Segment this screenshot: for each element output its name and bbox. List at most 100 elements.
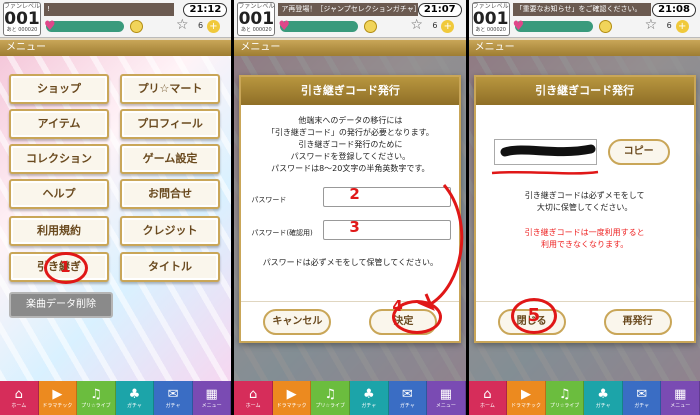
transfer-code-field [493,139,597,165]
item-count: 6 [432,21,438,30]
star-icon: ☆ [176,17,189,33]
stamina-meter [280,21,359,32]
section-title: メニュー [468,40,700,56]
nav-label: ガチャ [126,402,142,409]
news-ticker[interactable]: ! [44,3,174,16]
gacha-icon: ♣ [597,386,609,402]
delete-song-data-button[interactable]: 楽曲データ削除 [9,292,113,318]
mail-icon: ✉ [401,386,413,402]
item-count: 6 [666,21,672,30]
menu-shop-button[interactable]: ショップ [9,74,109,104]
nav-label: プリ☆ライブ [315,402,345,409]
nav-live[interactable]: ♫ プリ☆ライブ [311,381,351,415]
nav-home[interactable]: ⌂ ホーム [0,381,39,415]
star-icon: ☆ [410,17,423,33]
mail-icon: ✉ [636,386,648,402]
nav-live[interactable]: ♫ プリ☆ライブ [545,381,585,415]
bottom-nav: ⌂ ホーム ▶ ドラマチック ♫ プリ☆ライブ ♣ ガチャ ✉ ガチャ ▦ メニュー [234,381,466,415]
add-currency-button[interactable]: + [675,20,689,33]
fan-level-badge[interactable]: ファンレベル 001 あと 000020 [237,2,276,36]
menu-credit-button[interactable]: クレジット [120,216,220,246]
nav-label: ドラマチック [276,402,307,409]
nav-dramatic[interactable]: ▶ ドラマチック [38,381,78,415]
nav-dramatic[interactable]: ▶ ドラマチック [272,381,312,415]
film-icon: ▶ [521,386,531,402]
nav-label: メニュー [670,402,691,409]
section-title: メニュー [234,40,466,56]
nav-dramatic[interactable]: ▶ ドラマチック [507,381,546,415]
menu-collection-button[interactable]: コレクション [9,144,109,174]
news-ticker[interactable]: ア再登場！［ジャンプセレクションガチャ］開催 [278,3,419,16]
coin-icon [130,20,143,33]
nav-gacha-2[interactable]: ✉ ガチャ [622,381,662,415]
annotation-number: 3 [349,218,360,236]
nav-menu[interactable]: ▦ メニュー [661,381,700,415]
menu-contact-button[interactable]: お問合せ [120,179,220,209]
add-currency-button[interactable]: + [441,20,455,33]
status-bar: ファンレベル 001 あと 000020 ! 21:12 ♥ ☆ 6 + [0,0,232,38]
level-number: 001 [4,9,40,29]
nav-gacha[interactable]: ♣ ガチャ [350,381,389,415]
nav-label: プリ☆ライブ [81,402,111,409]
menu-title-button[interactable]: タイトル [120,252,220,282]
nav-gacha[interactable]: ♣ ガチャ [584,381,623,415]
nav-live[interactable]: ♫ プリ☆ライブ [77,381,116,415]
mail-icon: ✉ [167,386,179,402]
nav-menu[interactable]: ▦ メニュー [427,381,466,415]
redaction-mark [500,144,596,157]
home-icon: ⌂ [483,386,492,402]
fan-level-badge[interactable]: ファンレベル 001 あと 000020 [3,2,41,36]
nav-label: ホーム [11,402,27,409]
nav-label: ドラマチック [510,402,541,409]
menu-grid-icon: ▦ [674,386,687,402]
menu-screen: ファンレベル 001 あと 000020 ! 21:12 ♥ ☆ 6 + メニュ… [0,0,232,415]
intro-line: 「引き継ぎコード」の発行が必要となります。 [266,128,434,137]
transfer-code-result-dialog: 引き継ぎコード発行 コピー 引き継ぎコードは必ずメモをして 大切に保管してくださ… [473,75,696,343]
copy-button[interactable]: コピー [607,139,670,165]
menu-terms-button[interactable]: 利用規約 [9,216,109,246]
nav-label: ガチャ [634,402,650,409]
nav-label: ガチャ [595,402,611,409]
home-icon: ⌂ [14,386,23,402]
cancel-button[interactable]: キャンセル [263,309,332,335]
note-line: 引き継ぎコードは必ずメモをして [524,191,645,200]
warning-line: 利用できなくなります。 [541,240,629,249]
nav-home[interactable]: ⌂ ホーム [468,381,508,415]
nav-home[interactable]: ⌂ ホーム [234,381,273,415]
level-sub: あと 000020 [6,27,38,33]
clock: 21:08 [652,3,696,17]
nav-label: ガチャ [165,402,181,409]
menu-primart-button[interactable]: プリ☆マート [120,74,220,104]
menu-settings-button[interactable]: ゲーム設定 [120,144,220,174]
bottom-nav: ⌂ ホーム ▶ ドラマチック ♫ プリ☆ライブ ♣ ガチャ ✉ ガチャ ▦ メニュー [0,381,232,415]
nav-menu[interactable]: ▦ メニュー [192,381,232,415]
transfer-code-issued-screen: ファンレベル 001 あと 000020 「重要なお知らせ」をご確認ください。 … [468,0,700,415]
menu-help-button[interactable]: ヘルプ [9,179,109,209]
coin-icon [598,20,612,33]
film-icon: ▶ [286,386,297,402]
nav-label: ガチャ [361,402,377,409]
level-number: 001 [472,9,509,29]
menu-grid-icon: ▦ [205,386,218,402]
bottom-nav: ⌂ ホーム ▶ ドラマチック ♫ プリ☆ライブ ♣ ガチャ ✉ ガチャ ▦ メニュー [468,381,700,415]
reissue-button[interactable]: 再発行 [603,309,672,335]
menu-item-button[interactable]: アイテム [9,109,109,139]
menu-profile-button[interactable]: プロフィール [120,109,220,139]
annotation-number: 1 [60,258,71,276]
stamina-meter [514,21,593,32]
nav-label: ドラマチック [42,402,73,409]
password-label: パスワード [251,196,287,204]
level-sub: あと 000020 [240,27,272,33]
intro-line: 引き継ぎコード発行のために [298,140,403,149]
news-ticker[interactable]: 「重要なお知らせ」をご確認ください。 [512,3,651,16]
nav-gacha-2[interactable]: ✉ ガチャ [388,381,428,415]
nav-gacha[interactable]: ♣ ガチャ [115,381,155,415]
nav-label: メニュー [435,402,456,409]
warning-note: 引き継ぎコードは一度利用すると 利用できなくなります。 [476,227,694,251]
annotation-underline [491,170,598,175]
fan-level-badge[interactable]: ファンレベル 001 あと 000020 [471,2,510,36]
nav-gacha-2[interactable]: ✉ ガチャ [154,381,193,415]
clock: 21:12 [183,3,228,17]
stamina-meter [46,21,124,32]
add-currency-button[interactable]: + [207,20,220,33]
